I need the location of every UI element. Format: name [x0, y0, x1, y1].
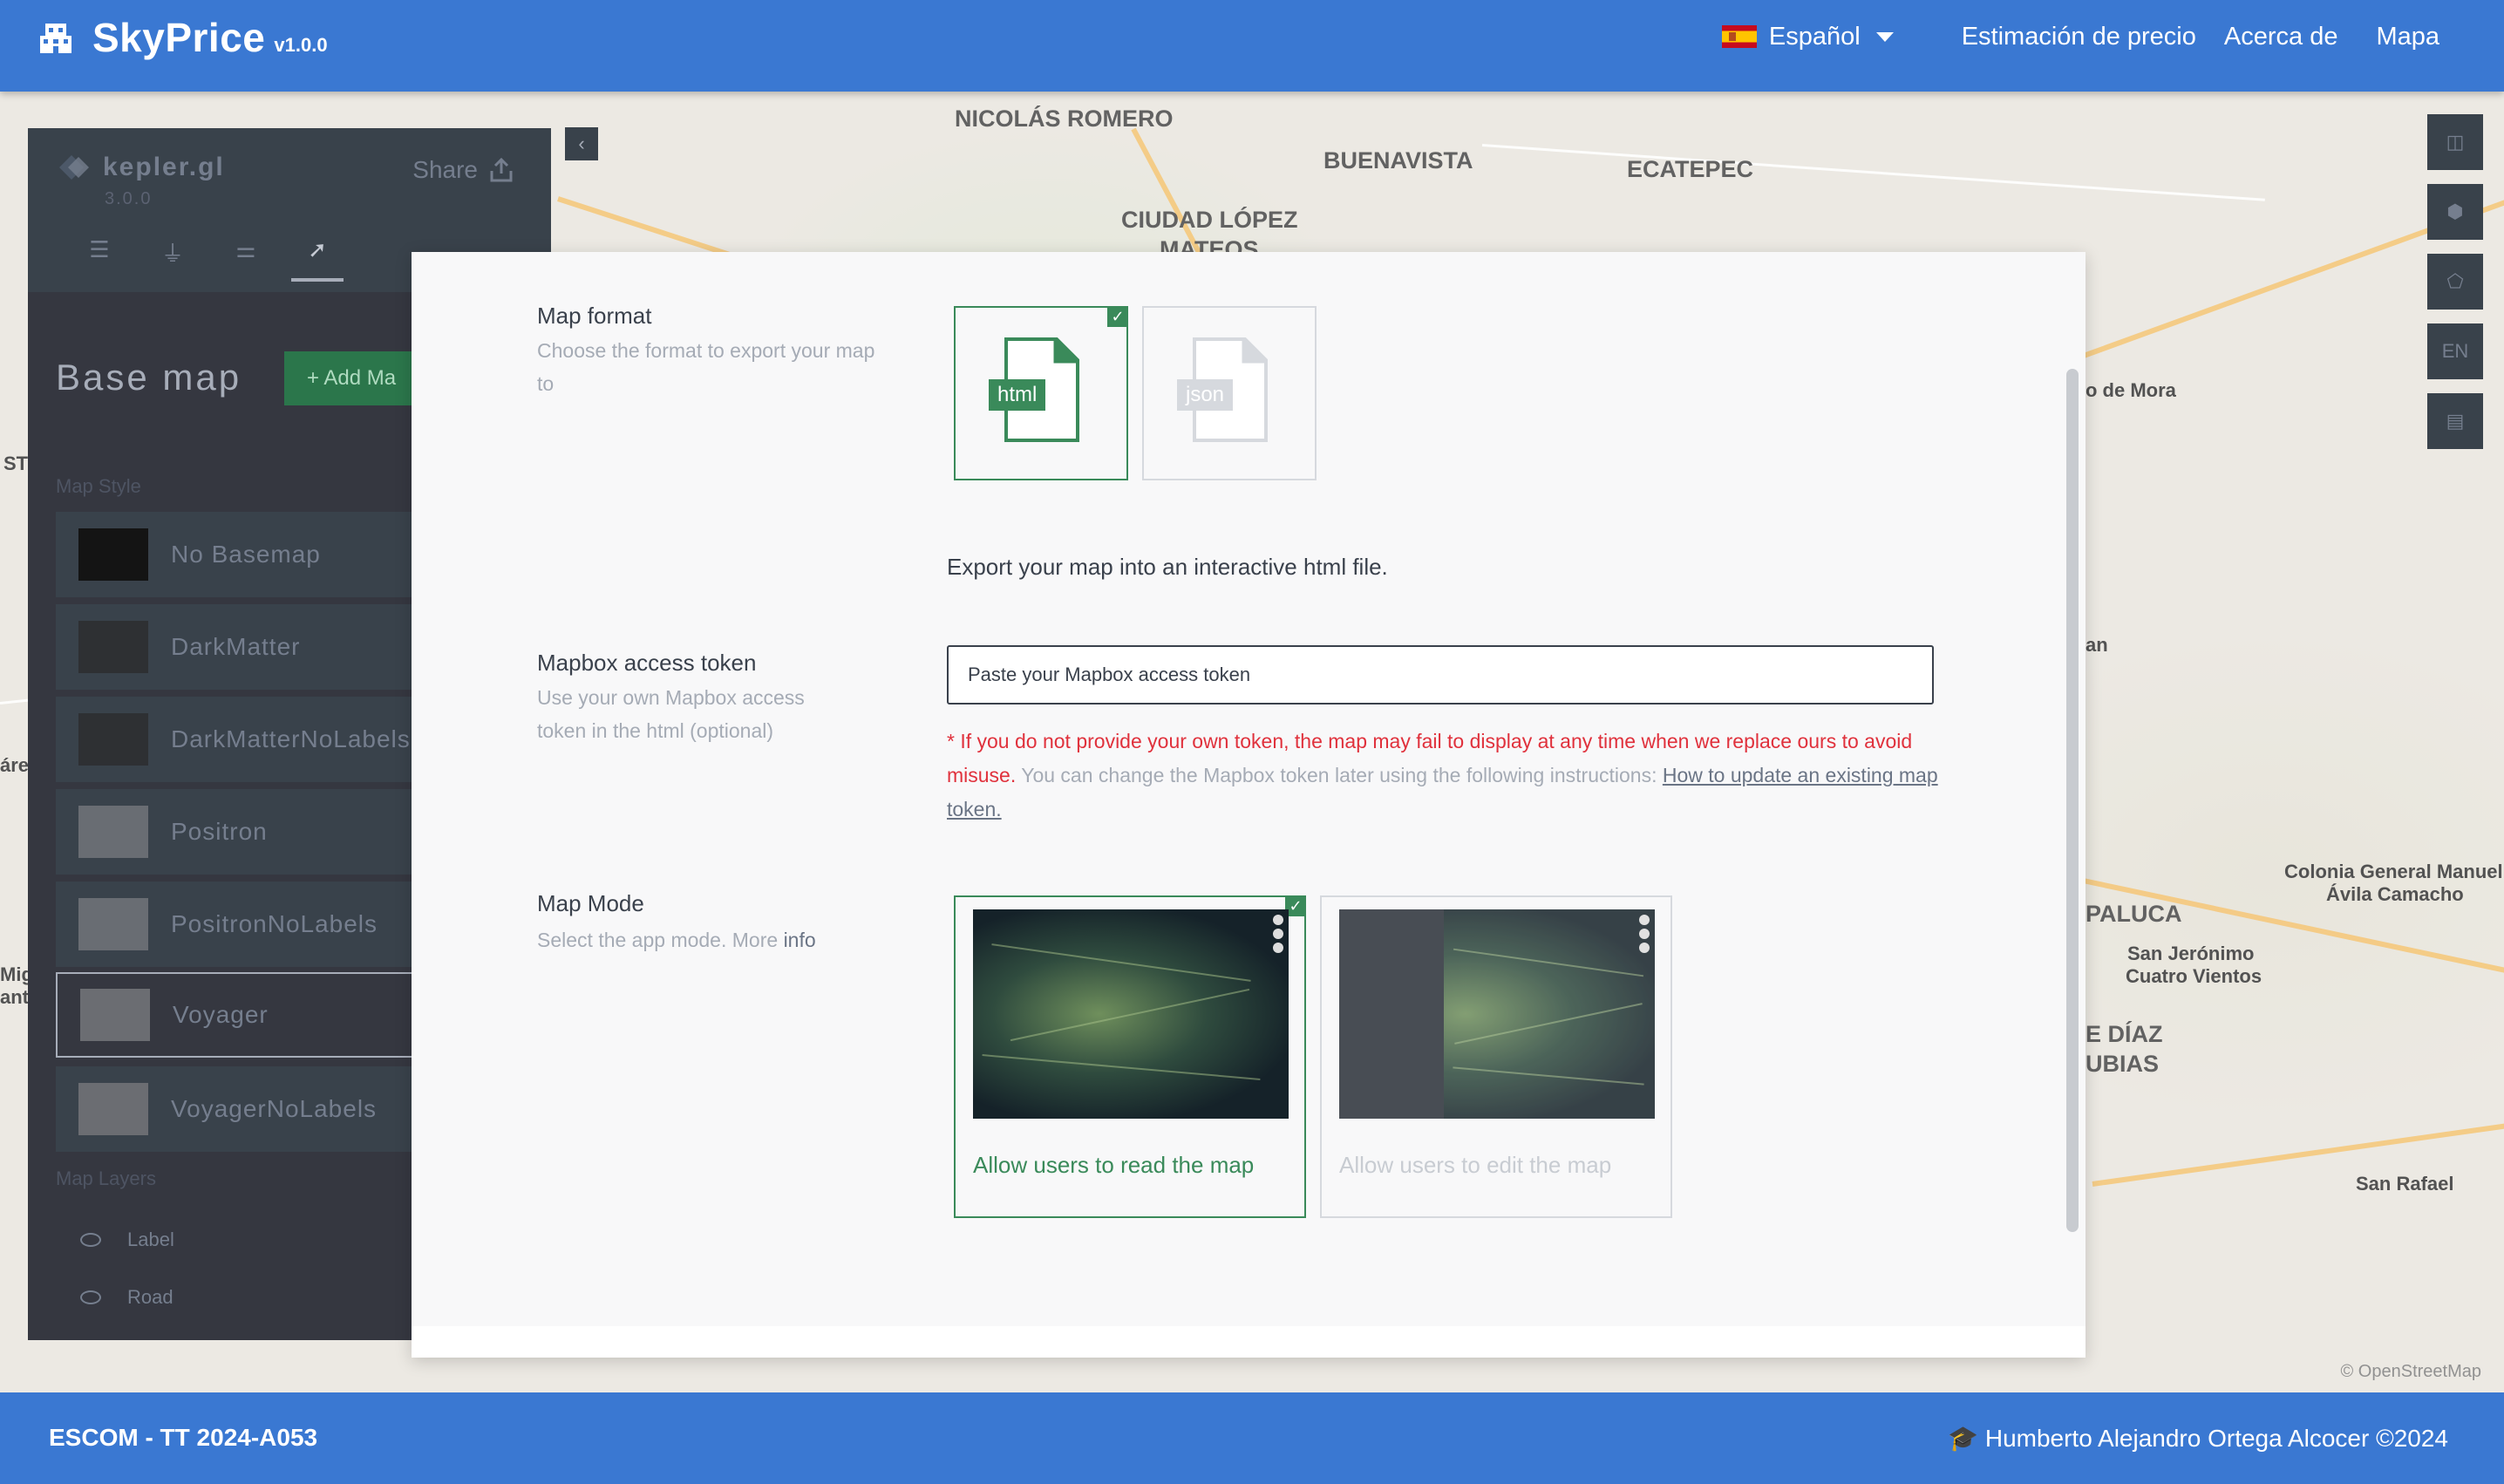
nav-link-estimacion[interactable]: Estimación de precio: [1962, 23, 2196, 51]
nav-link-mapa[interactable]: Mapa: [2376, 23, 2439, 51]
format-label: html: [989, 379, 1046, 411]
language-label: Español: [1768, 22, 1861, 51]
export-map-modal: Map format Choose the format to export y…: [412, 252, 2086, 1358]
top-navbar: SkyPrice v1.0.0 Español Estimación de pr…: [0, 0, 2504, 92]
building-icon: [40, 24, 71, 53]
page-footer: ESCOM - TT 2024-A053 🎓 Humberto Alejandr…: [0, 1392, 2504, 1484]
map-mode-title: Map Mode: [537, 890, 644, 916]
mapbox-token-desc: Use your own Mapbox access token in the …: [537, 686, 805, 742]
format-option-json[interactable]: json: [1142, 306, 1317, 480]
mode-label: Allow users to read the map: [973, 1152, 1255, 1178]
brand-name: SkyPrice: [92, 15, 266, 60]
mapbox-token-input[interactable]: [947, 645, 1934, 705]
map-format-title: Map format: [537, 303, 652, 329]
footer-project: ESCOM - TT 2024-A053: [49, 1424, 318, 1451]
map-mode-info-link[interactable]: info: [784, 929, 816, 951]
language-selector[interactable]: Español: [1721, 22, 1894, 51]
format-option-html[interactable]: ✓ html: [954, 306, 1128, 480]
brand-version: v1.0.0: [274, 34, 328, 56]
export-description: Export your map into an interactive html…: [947, 554, 1388, 580]
mapbox-token-title: Mapbox access token: [537, 650, 757, 676]
nav-link-acerca[interactable]: Acerca de: [2224, 23, 2338, 51]
modal-scrollbar[interactable]: [2066, 369, 2079, 1232]
footer-author: 🎓 Humberto Alejandro Ortega Alcocer ©202…: [1948, 1425, 2448, 1452]
read-mode-preview: [973, 909, 1289, 1119]
spain-flag-icon: [1721, 25, 1757, 48]
chevron-down-icon: [1875, 31, 1894, 42]
map-format-desc: Choose the format to export your map to: [537, 339, 875, 395]
map-mode-desc-text: Select the app mode. More: [537, 929, 784, 951]
mode-option-read[interactable]: ✓ Allow users to read the map: [954, 895, 1306, 1218]
format-label: json: [1177, 379, 1234, 411]
check-icon: ✓: [1107, 306, 1128, 327]
map-mode-desc: Select the app mode. More info: [537, 923, 886, 956]
nav-links: Español Estimación de precio Acerca de M…: [1721, 0, 2439, 73]
token-warning-text: You can change the Mapbox token later us…: [1016, 764, 1663, 786]
edit-mode-preview: [1339, 909, 1655, 1119]
token-warning: * If you do not provide your own token, …: [947, 725, 1949, 827]
brand[interactable]: SkyPrice v1.0.0: [38, 14, 328, 61]
mode-option-edit[interactable]: Allow users to edit the map: [1320, 895, 1672, 1218]
mode-label: Allow users to edit the map: [1339, 1152, 1612, 1178]
modal-footer: [412, 1326, 2086, 1358]
